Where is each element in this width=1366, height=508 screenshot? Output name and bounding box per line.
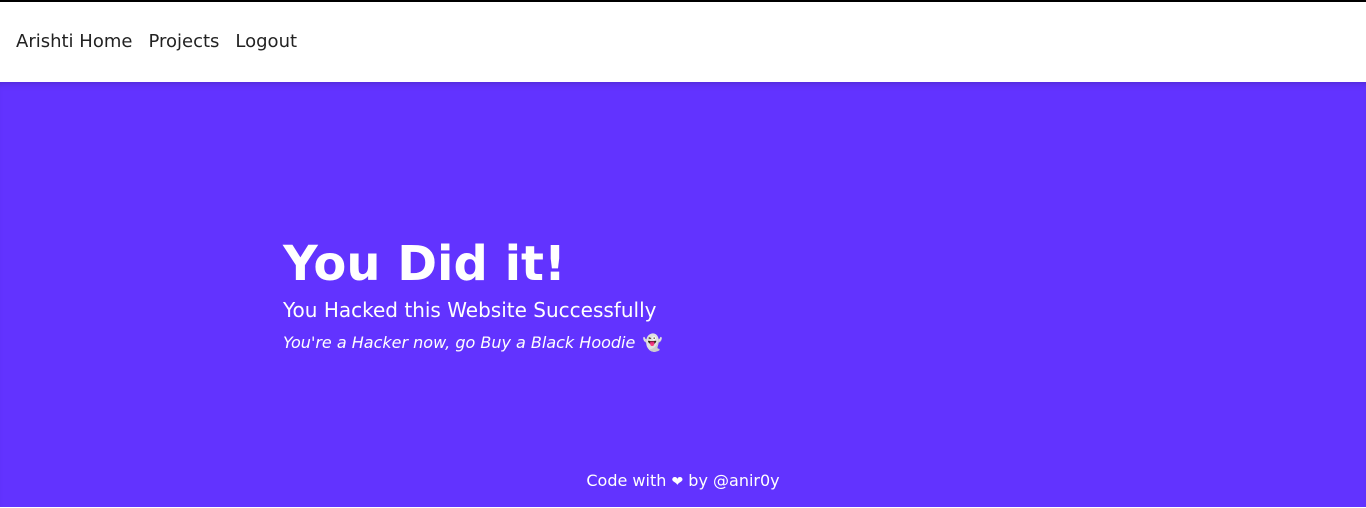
heart-icon: ❤ [671, 474, 684, 490]
nav-link-home[interactable]: Arishti Home [16, 33, 132, 51]
footer-author[interactable]: by @anir0y [688, 471, 779, 490]
hero-tagline-text: You're a Hacker now, go Buy a Black Hood… [283, 333, 636, 352]
footer: Code with ❤ by @anir0y [0, 471, 1366, 490]
nav-link-projects[interactable]: Projects [148, 33, 219, 51]
hero-subtitle: You Hacked this Website Successfully [283, 298, 657, 322]
hero-title: You Did it! [283, 236, 566, 292]
navbar: Arishti Home Projects Logout [0, 2, 1366, 82]
hero-tagline: You're a Hacker now, go Buy a Black Hood… [283, 333, 662, 352]
ghost-icon: 👻 [642, 333, 663, 352]
page: Arishti Home Projects Logout You Did it!… [0, 0, 1366, 508]
footer-prefix: Code with [586, 471, 667, 490]
nav-link-logout[interactable]: Logout [235, 33, 297, 51]
hero-section: You Did it! You Hacked this Website Succ… [0, 82, 1366, 507]
